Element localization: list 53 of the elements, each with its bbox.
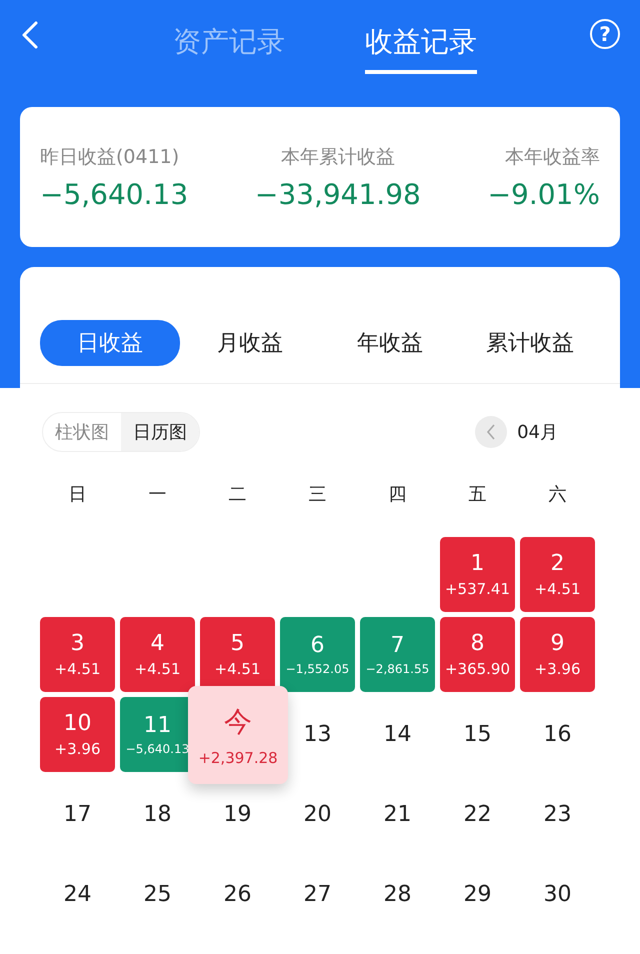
summary-value: −5,640.13 — [40, 178, 188, 210]
weekday-label: 六 — [548, 483, 568, 507]
summary-value: −9.01% — [488, 178, 600, 210]
previous-month-button[interactable] — [475, 416, 508, 448]
back-icon — [20, 20, 40, 50]
day-number[interactable]: 23 — [544, 802, 572, 827]
today-tooltip[interactable]: 今 +2,397.28 — [188, 686, 288, 784]
day-cell[interactable]: 7 −2,861.55 — [360, 617, 435, 692]
day-number[interactable]: 29 — [464, 882, 492, 907]
day-number[interactable]: 15 — [464, 722, 492, 747]
day-number[interactable]: 18 — [144, 802, 172, 827]
day-number[interactable]: 24 — [64, 882, 92, 907]
view-option[interactable]: 柱状图 — [43, 413, 121, 451]
day-cell[interactable]: 3 +4.51 — [40, 617, 115, 692]
day-cell[interactable]: 6 −1,552.05 — [280, 617, 355, 692]
month-label: 04月 — [517, 421, 558, 444]
day-number[interactable]: 21 — [384, 802, 412, 827]
day-number[interactable]: 13 — [304, 722, 332, 747]
day-cell[interactable]: 9 +3.96 — [520, 617, 595, 692]
summary-label: 本年收益率 — [504, 144, 600, 170]
day-number[interactable]: 28 — [384, 882, 412, 907]
weekday-label: 一 — [148, 483, 168, 507]
day-cell[interactable]: 8 +365.90 — [440, 617, 515, 692]
period-tab[interactable]: 日收益 — [40, 320, 180, 366]
weekday-label: 五 — [468, 483, 488, 507]
period-tab[interactable]: 年收益 — [320, 320, 460, 366]
weekday-label: 三 — [308, 483, 328, 507]
day-number[interactable]: 19 — [224, 802, 252, 827]
day-number[interactable]: 27 — [304, 882, 332, 907]
summary-label: 昨日收益(0411) — [40, 144, 180, 170]
day-cell[interactable]: 4 +4.51 — [120, 617, 195, 692]
summary-value: −33,941.98 — [254, 178, 421, 210]
weekday-label: 日 — [68, 483, 88, 507]
day-number[interactable]: 30 — [544, 882, 572, 907]
day-number[interactable]: 14 — [384, 722, 412, 747]
day-cell[interactable]: 10 +3.96 — [40, 697, 115, 772]
help-button[interactable]: ? — [590, 19, 620, 49]
header-tab[interactable]: 收益记录 — [365, 0, 477, 74]
summary-label: 本年累计收益 — [280, 144, 395, 170]
weekday-label: 四 — [388, 483, 408, 507]
day-number[interactable]: 25 — [144, 882, 172, 907]
period-tab[interactable]: 累计收益 — [460, 320, 600, 366]
day-number[interactable]: 26 — [224, 882, 252, 907]
day-number[interactable]: 16 — [544, 722, 572, 747]
weekday-label: 二 — [228, 483, 248, 507]
day-cell[interactable]: 2 +4.51 — [520, 537, 595, 612]
day-number[interactable]: 20 — [304, 802, 332, 827]
period-tab[interactable]: 月收益 — [180, 320, 320, 366]
view-option[interactable]: 日历图 — [121, 413, 199, 451]
chevron-left-icon — [486, 424, 496, 440]
day-number[interactable]: 17 — [64, 802, 92, 827]
day-cell[interactable]: 1 +537.41 — [440, 537, 515, 612]
day-number[interactable]: 22 — [464, 802, 492, 827]
